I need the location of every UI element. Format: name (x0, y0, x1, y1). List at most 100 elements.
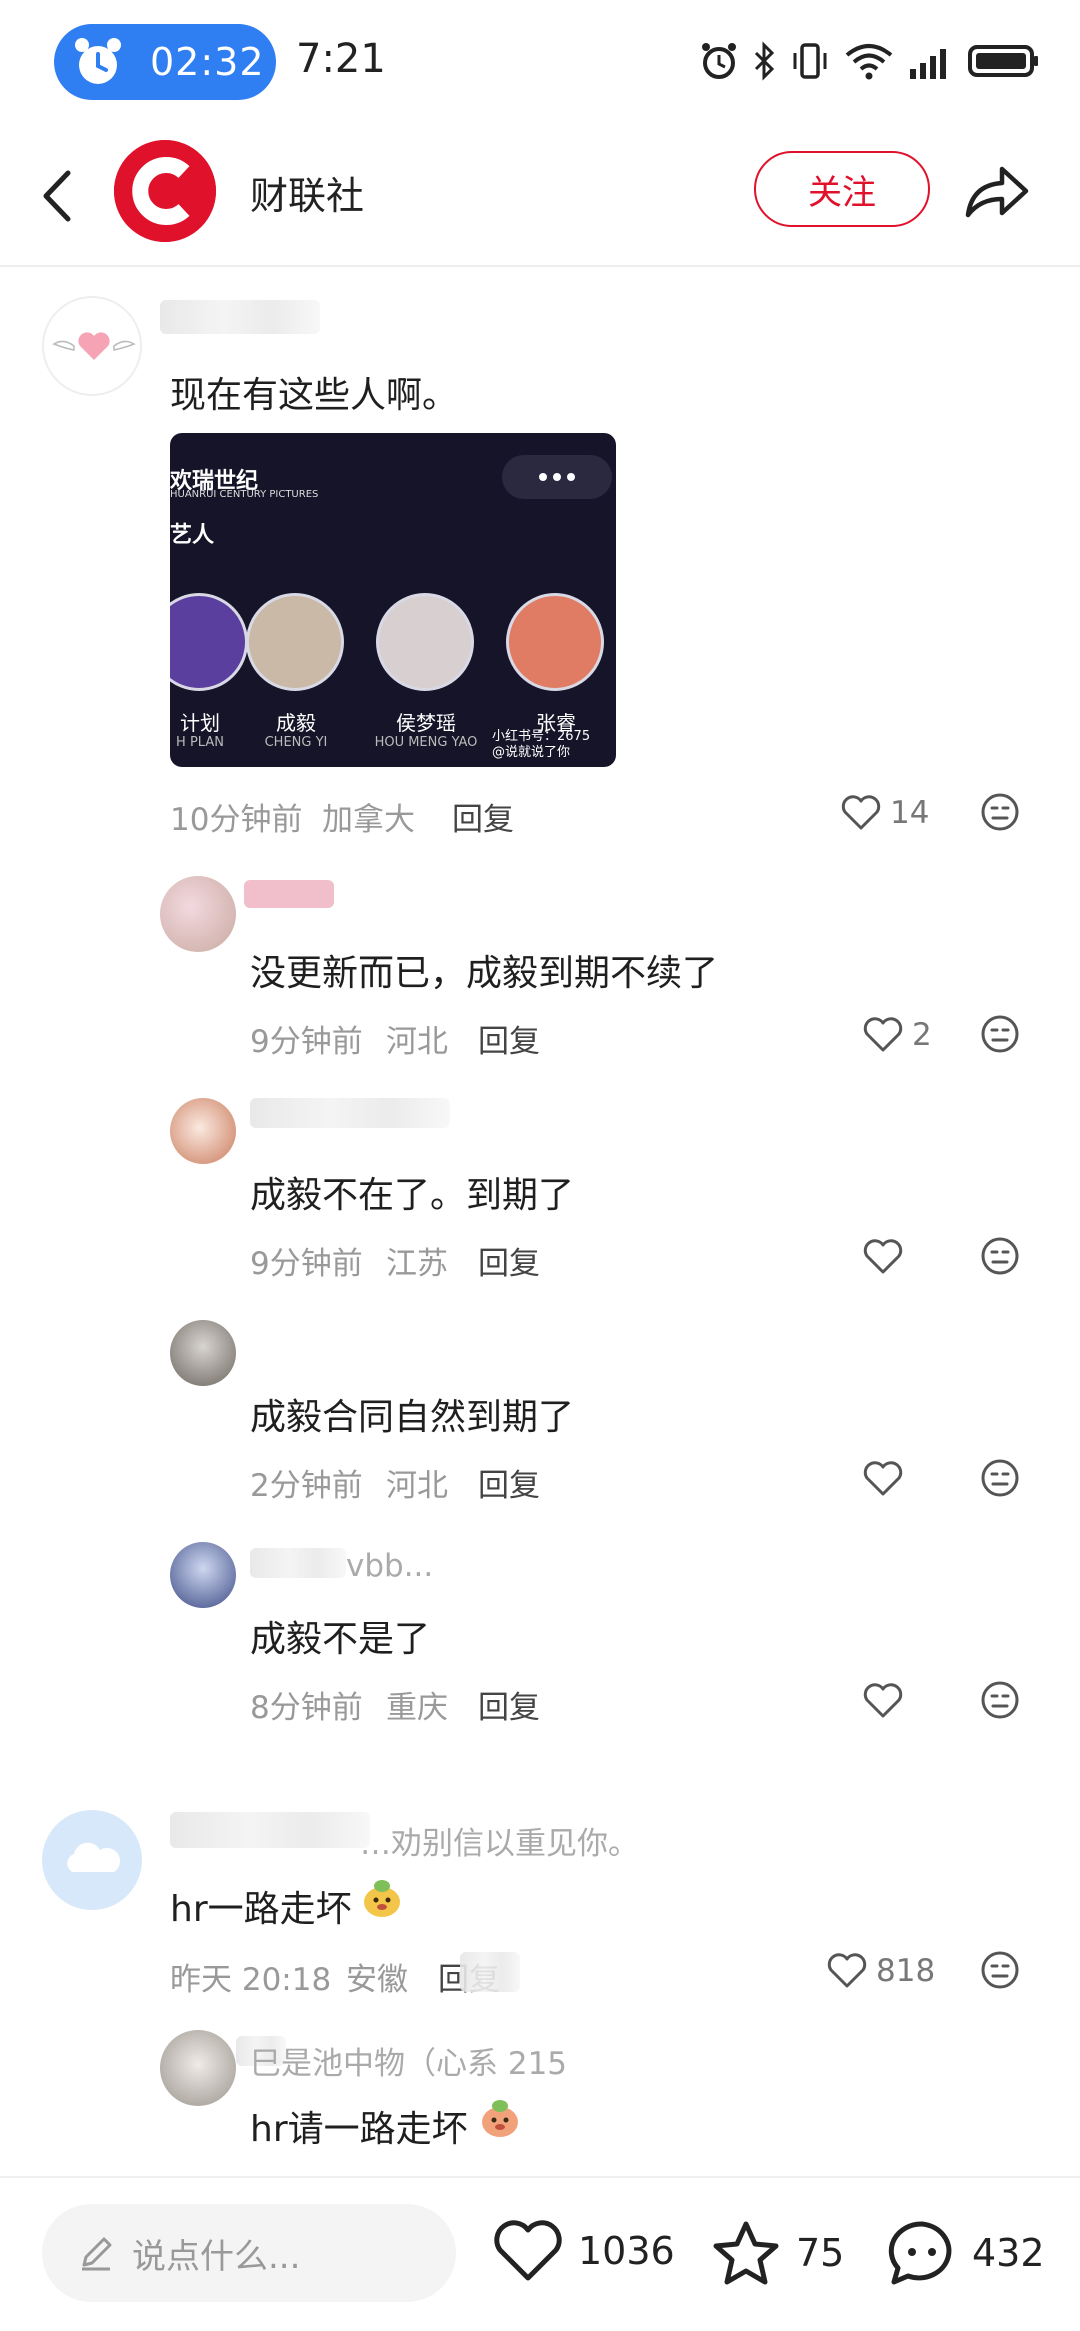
username-blurred (250, 1098, 450, 1128)
heart-outline-icon (863, 1017, 903, 1052)
heart-outline-icon (863, 1239, 903, 1274)
star-avatar (246, 593, 344, 691)
like-count: 818 (876, 1953, 936, 1989)
comment-text: 没更新而已，成毅到期不续了 (250, 953, 719, 994)
avatar[interactable] (170, 1320, 236, 1386)
system-icons (700, 36, 1040, 86)
comment-location: 河北 (386, 1024, 448, 1060)
wifi-icon (845, 44, 893, 80)
reply-button[interactable]: 回复 (452, 794, 514, 839)
comment-time: 9分钟前 (250, 1024, 363, 1060)
heart-outline-icon (494, 2220, 562, 2281)
star-avatar (376, 593, 474, 691)
input-placeholder: 说点什么... (132, 2236, 301, 2277)
reaction-face-icon[interactable] (980, 1680, 1020, 1720)
heart-outline-icon (863, 1683, 903, 1718)
comment-time: 8分钟前 (250, 1690, 363, 1726)
blur-overlay (460, 1952, 520, 1992)
comment-time: 2分钟前 (250, 1468, 363, 1504)
comment-time: 昨天 20:18 (170, 1962, 332, 1998)
clock: 7:21 (296, 36, 386, 82)
follow-button[interactable]: 关注 (754, 151, 930, 227)
avatar[interactable] (160, 2030, 236, 2106)
star-name-en: CHENG YI (264, 735, 328, 750)
reaction-face-icon[interactable] (980, 1236, 1020, 1276)
brand-logo[interactable] (114, 140, 216, 242)
comment-action[interactable]: 432 (886, 2218, 1045, 2288)
comment-text: 成毅合同自然到期了 (250, 1397, 575, 1438)
like-button[interactable] (862, 1676, 912, 1726)
brand-name[interactable]: 财联社 (250, 165, 364, 220)
watermark-line: 小红书号：2675 (492, 729, 591, 744)
star-avatar (170, 593, 248, 691)
star-outline-icon (713, 2221, 779, 2285)
reaction-face-icon[interactable] (980, 1014, 1020, 1054)
avatar[interactable] (160, 876, 236, 952)
alarm-clock-icon (75, 38, 121, 84)
like-button[interactable] (862, 1232, 912, 1282)
header: 财联社 关注 (0, 125, 1080, 267)
comment-location: 重庆 (386, 1690, 448, 1726)
reply-button[interactable]: 回复 (478, 1682, 540, 1727)
like-button[interactable]: 14 (840, 788, 929, 838)
comment-total: 432 (972, 2231, 1045, 2275)
alarm-time: 02:32 (150, 40, 265, 84)
avatar[interactable] (170, 1098, 236, 1164)
like-button[interactable]: 2 (862, 1010, 932, 1060)
star-name: 成毅 (276, 711, 316, 735)
comment-time: 9分钟前 (250, 1246, 363, 1282)
reply-button[interactable]: 回复 (478, 1016, 540, 1061)
emoji-sticker-icon (482, 2100, 518, 2137)
comment-text: 现在有这些人啊。 (170, 375, 459, 416)
like-button[interactable] (862, 1454, 912, 1504)
reaction-face-icon[interactable] (980, 1458, 1020, 1498)
reply-button[interactable]: 回复 (478, 1460, 540, 1505)
comment-location: 安徽 (346, 1962, 408, 1998)
alarm-indicator[interactable]: 02:32 (54, 24, 276, 100)
cloud-icon (67, 1842, 121, 1872)
comment-text: hr一路走坏 (170, 1889, 352, 1930)
heart-outline-icon (841, 795, 881, 830)
star-name: 侯梦瑶 (396, 711, 456, 735)
comment-text: 成毅不是了 (250, 1619, 431, 1660)
reaction-face-icon[interactable] (980, 792, 1020, 832)
image-watermark: 小红书号：2675 @说就说了你 (492, 729, 590, 761)
studio-subtitle: HUANRUI CENTURY PICTURES (170, 489, 319, 500)
comment-location: 江苏 (386, 1246, 448, 1282)
like-total: 1036 (578, 2229, 675, 2273)
signal-icon (910, 49, 946, 79)
like-action[interactable]: 1036 (492, 2218, 675, 2284)
watermark-line: @说就说了你 (492, 745, 571, 760)
cailianshe-logo-icon (114, 140, 216, 242)
reply-button[interactable]: 回复 (478, 1238, 540, 1283)
comment-location: 河北 (386, 1468, 448, 1504)
comment-location: 加拿大 (322, 802, 415, 838)
section-label: 艺人 (170, 523, 215, 548)
back-arrow-icon[interactable] (30, 161, 90, 231)
username-blurred (160, 300, 320, 334)
like-button[interactable]: 818 (826, 1946, 935, 1996)
avatar[interactable] (170, 1542, 236, 1608)
avatar[interactable] (42, 1810, 142, 1910)
comment-image[interactable]: 欢瑞世纪 HUANRUI CENTURY PICTURES 艺人 计划 成毅 侯… (170, 433, 616, 767)
bottom-action-bar: 说点什么... 1036 75 432 (0, 2176, 1080, 2331)
vibrate-icon (793, 43, 827, 79)
reaction-face-icon[interactable] (980, 1950, 1020, 1990)
heart-outline-icon (827, 1953, 867, 1988)
status-bar: 02:32 7:21 (0, 0, 1080, 125)
alarm-icon (702, 43, 736, 79)
share-icon[interactable] (962, 159, 1032, 223)
avatar[interactable] (42, 296, 142, 396)
more-button[interactable] (502, 455, 612, 499)
username-blurred (250, 1548, 346, 1578)
comment-time: 10分钟前 (170, 802, 303, 838)
username-blurred (170, 1812, 370, 1848)
winged-heart-icon (52, 332, 136, 360)
star-avatar (506, 593, 604, 691)
favorite-action[interactable]: 75 (710, 2218, 844, 2288)
like-count: 2 (912, 1017, 932, 1053)
heart-outline-icon (863, 1461, 903, 1496)
like-count: 14 (890, 795, 930, 831)
comment-input[interactable]: 说点什么... (42, 2204, 456, 2302)
speech-bubble-icon (888, 2221, 952, 2285)
